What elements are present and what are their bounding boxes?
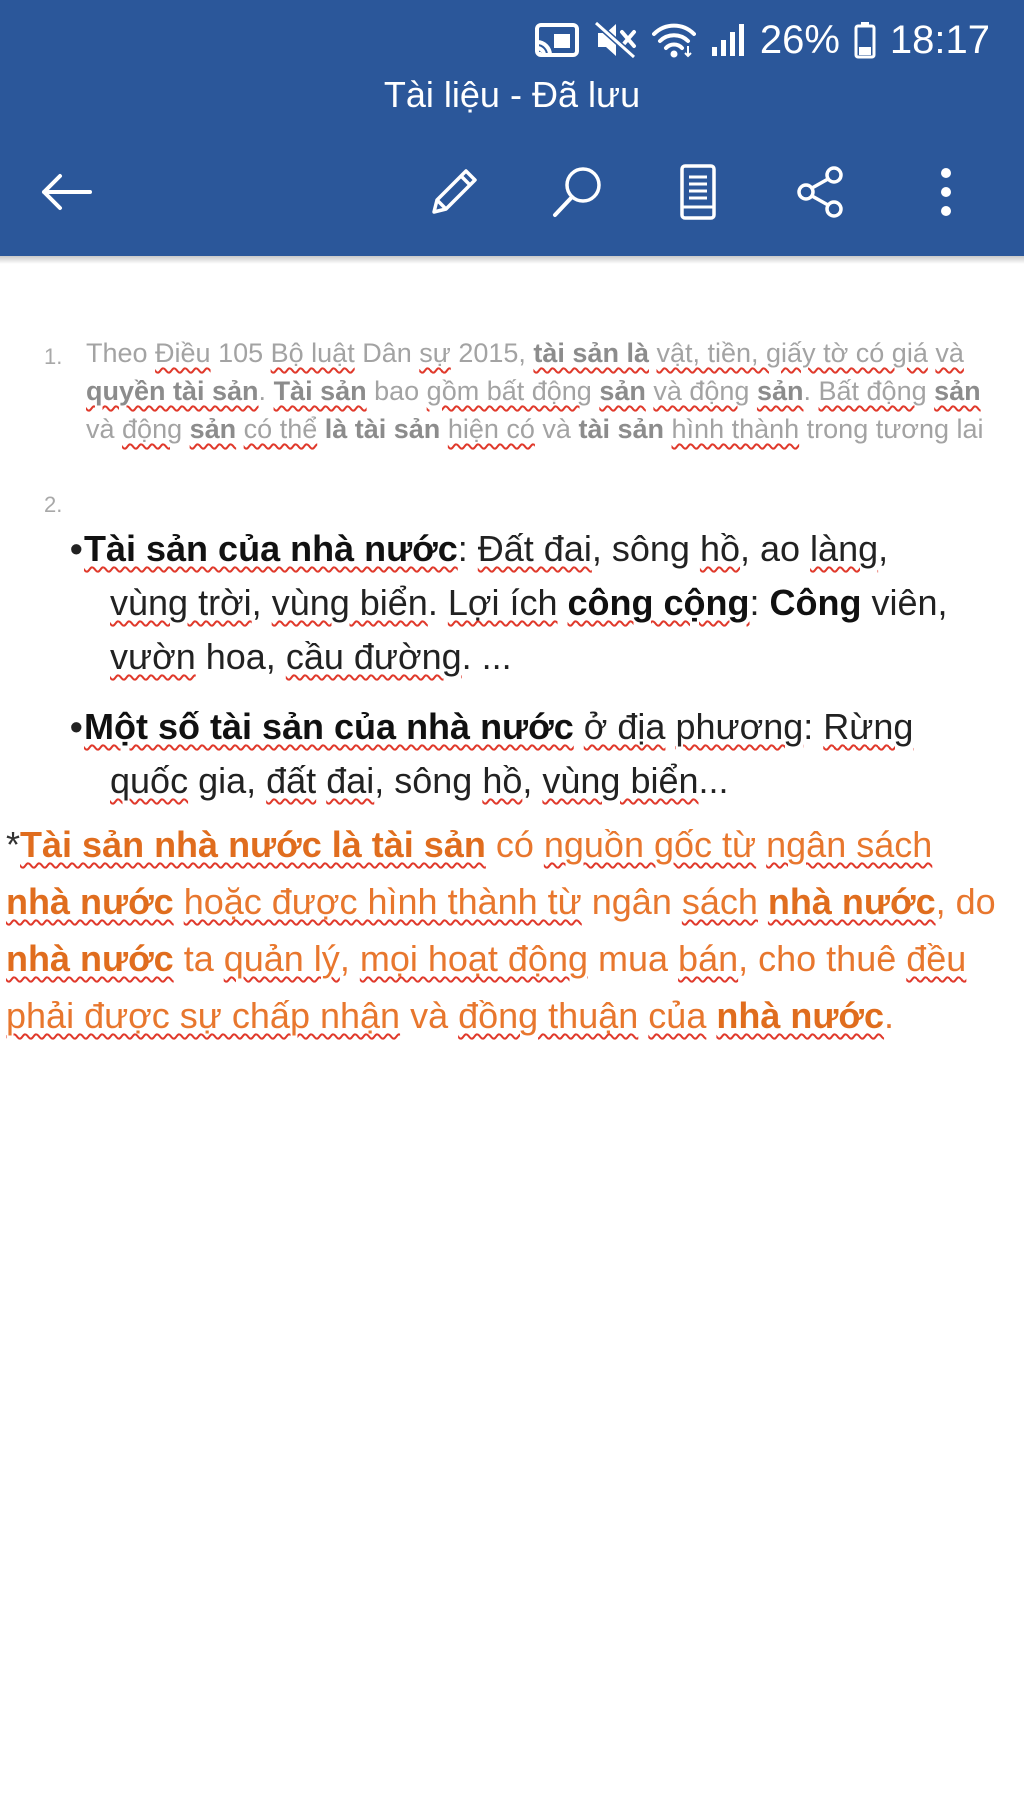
share-icon xyxy=(797,166,843,218)
document-body[interactable]: 1. Theo Điều 105 Bộ luật Dân sự 2015, tà… xyxy=(0,264,1024,1820)
bullet-item-2[interactable]: •Một số tài sản của nhà nước ở địa phươn… xyxy=(70,700,990,808)
wifi-icon xyxy=(651,20,696,60)
share-button[interactable] xyxy=(784,156,856,228)
back-arrow-icon xyxy=(42,174,92,210)
edit-pencil-icon xyxy=(432,169,477,214)
battery-icon xyxy=(854,20,876,60)
mute-icon xyxy=(593,20,638,60)
bullet-dot: • xyxy=(70,706,83,747)
cast-icon xyxy=(534,20,580,60)
back-button[interactable] xyxy=(30,156,102,228)
search-icon xyxy=(553,167,601,217)
edit-button[interactable] xyxy=(418,156,490,228)
document-title: Tài liệu - Đã lưu xyxy=(383,74,641,115)
mobile-view-button[interactable] xyxy=(662,156,734,228)
app-bar-shadow xyxy=(0,256,1024,264)
bullet-dot: • xyxy=(70,528,83,569)
list-number-2: 2. xyxy=(44,492,63,517)
word-mobile-screen: 26% 18:17 Tài liệu - Đã lưu 1. Theo Điều… xyxy=(0,0,1024,1820)
list-number-1: 1. xyxy=(44,344,63,369)
list-item-1-text[interactable]: Theo Điều 105 Bộ luật Dân sự 2015, tài s… xyxy=(86,334,986,448)
bullet-item-1[interactable]: •Tài sản của nhà nước: Đất đai, sông hồ,… xyxy=(70,522,990,684)
status-bar: 26% 18:17 xyxy=(534,14,990,66)
note-paragraph[interactable]: *Tài sản nhà nước là tài sản có nguồn gố… xyxy=(6,816,996,1044)
signal-icon xyxy=(710,20,746,60)
more-options-button[interactable] xyxy=(910,156,982,228)
search-button[interactable] xyxy=(542,156,614,228)
more-vertical-icon xyxy=(941,168,951,216)
battery-percent: 26% xyxy=(759,18,840,62)
status-time: 18:17 xyxy=(889,18,990,62)
app-bar: 26% 18:17 Tài liệu - Đã lưu xyxy=(0,0,1024,256)
mobile-view-icon xyxy=(680,164,716,220)
